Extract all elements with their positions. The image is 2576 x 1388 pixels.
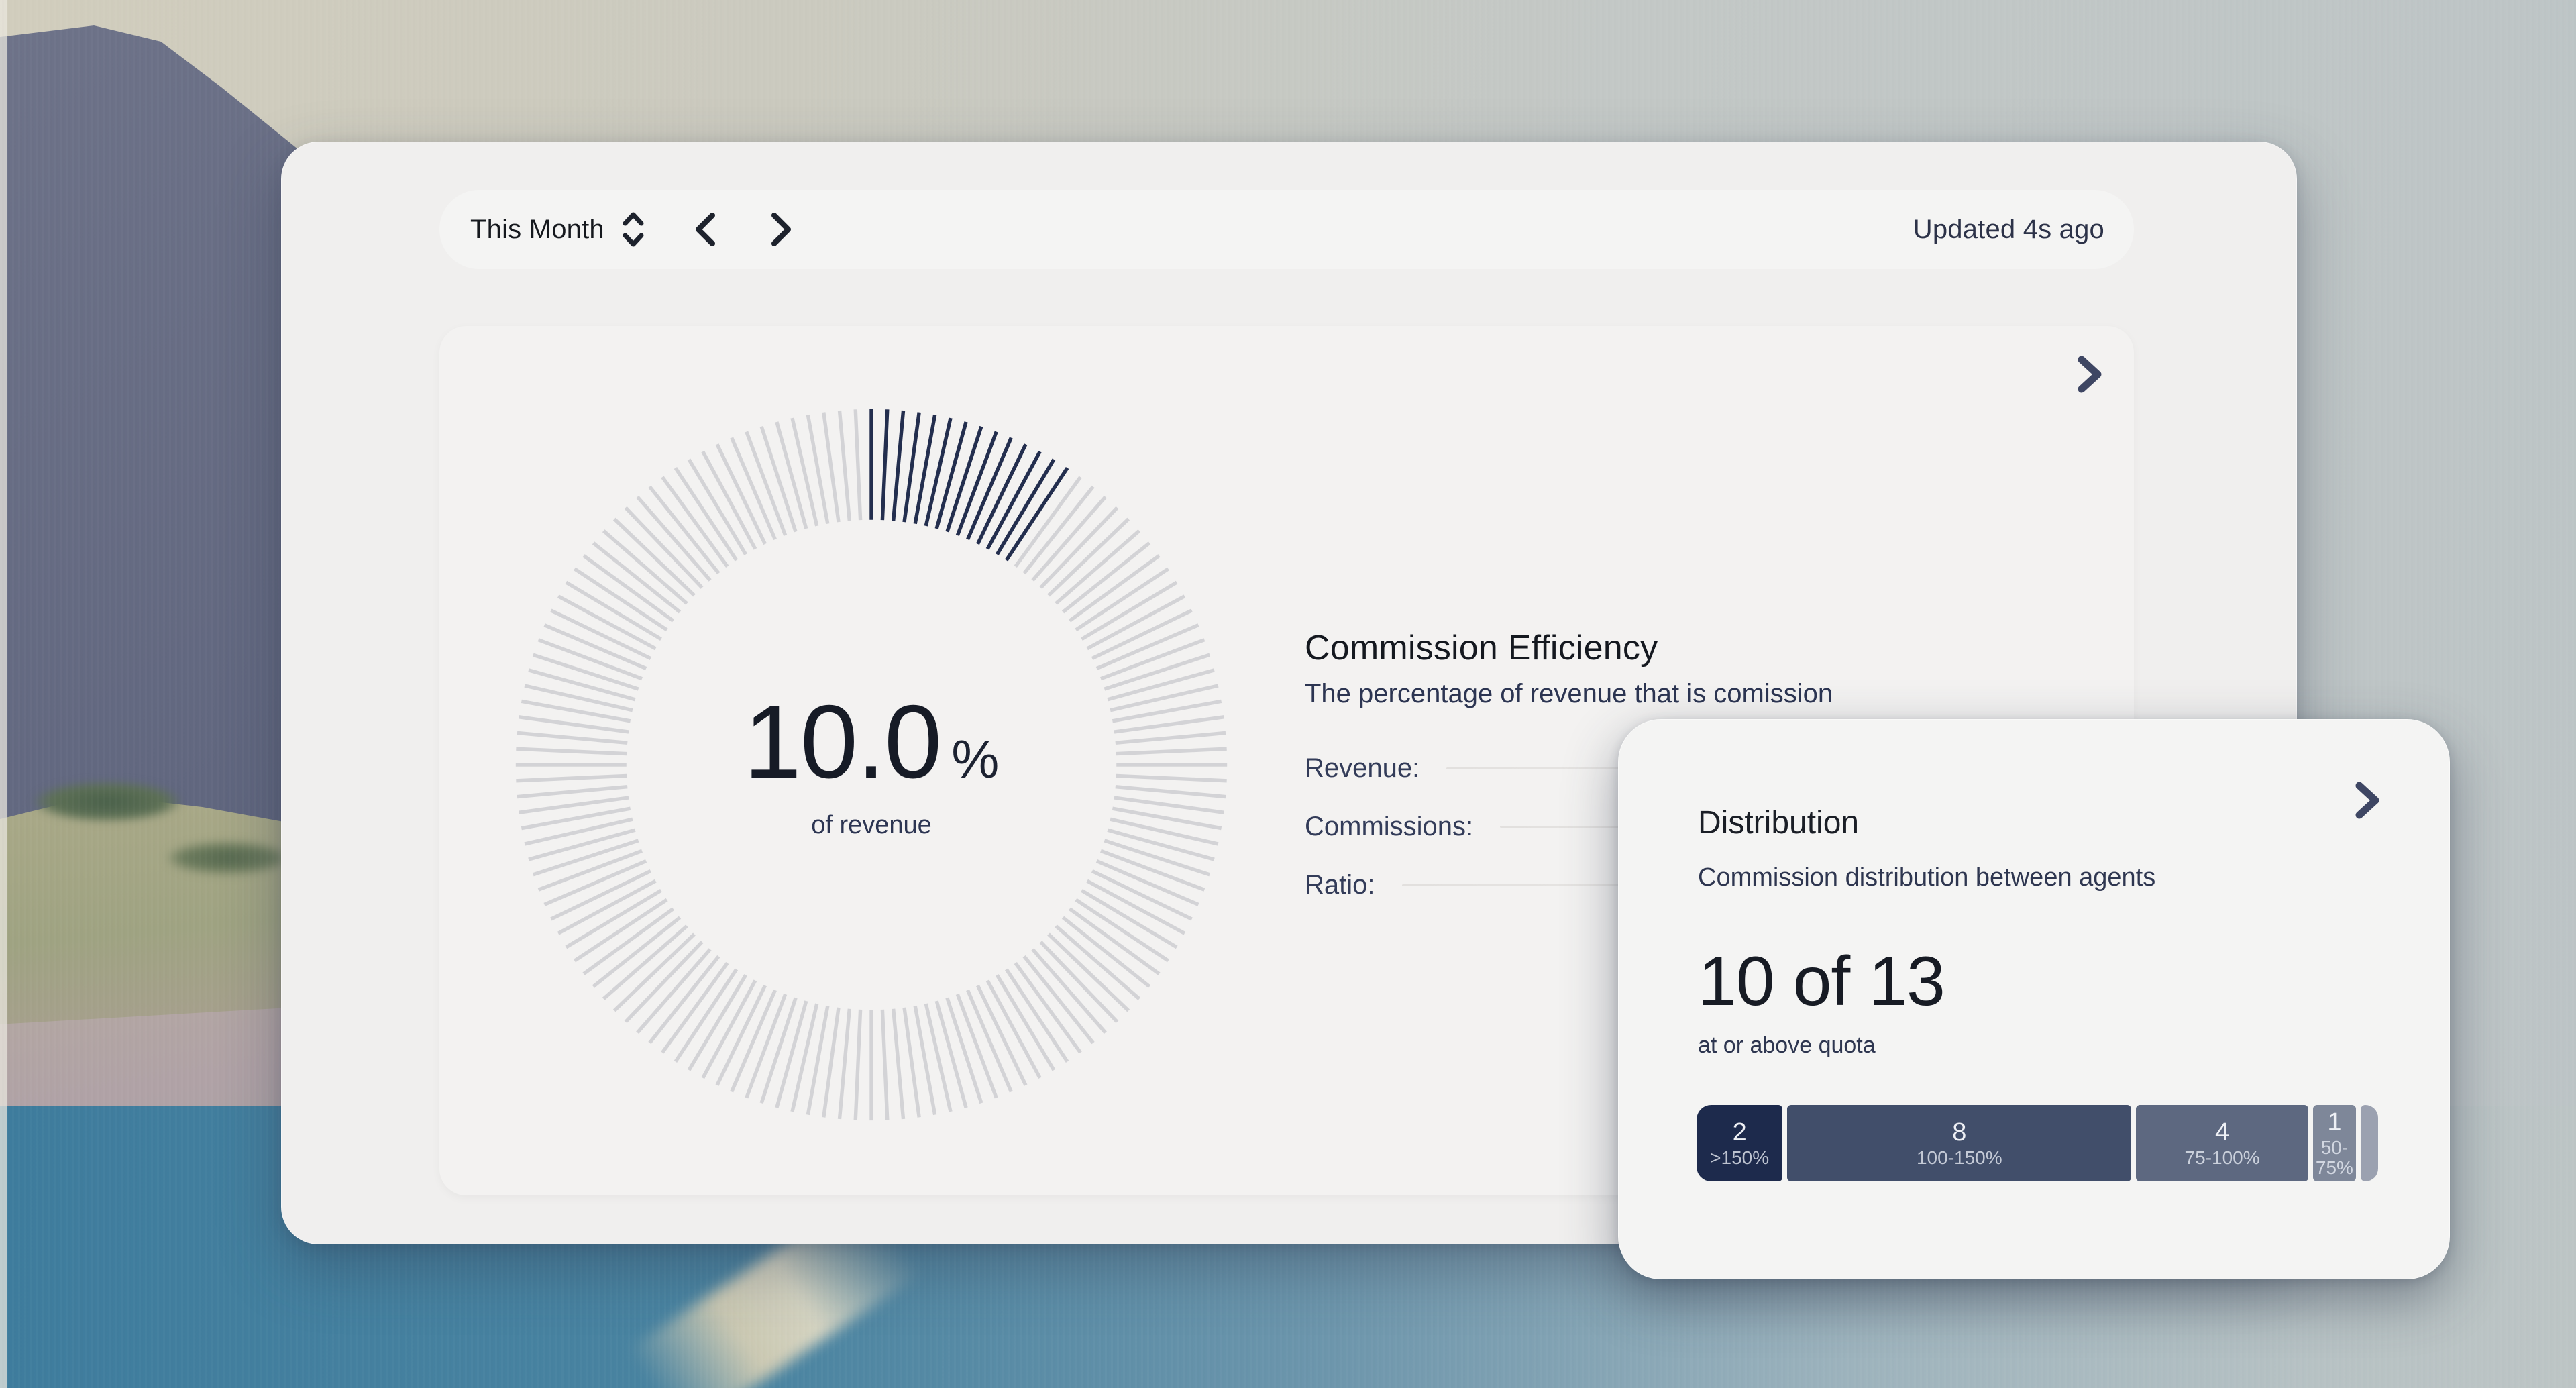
segment-range-label: >150%	[1710, 1146, 1770, 1168]
efficiency-detail-button[interactable]	[2070, 354, 2110, 394]
segment-range-label: 50-75%	[2315, 1136, 2353, 1178]
stat-label: Revenue:	[1305, 753, 1420, 783]
stat-label: Commissions:	[1305, 811, 1474, 841]
toolbar: This Month Updated 4s ago	[439, 190, 2134, 269]
chevron-right-icon	[2078, 356, 2102, 393]
chevron-right-icon	[771, 213, 791, 246]
painting-trees	[34, 782, 181, 822]
gauge-unit: %	[951, 729, 1000, 789]
prev-period-button[interactable]	[688, 212, 722, 247]
efficiency-title: Commission Efficiency	[1305, 629, 1658, 668]
period-label: This Month	[470, 214, 604, 244]
distribution-bar-segment: 8 100-150%	[1787, 1105, 2132, 1181]
gauge-value: 10.0	[743, 684, 943, 800]
distribution-bar-segment: 2 >150%	[1697, 1105, 1783, 1181]
chevron-right-icon	[2355, 782, 2379, 819]
segment-count: 2	[1732, 1118, 1747, 1147]
select-updown-icon	[623, 212, 644, 247]
segment-range-label: 75-100%	[2184, 1146, 2260, 1168]
distribution-bar: 2 >150% 8 100-150% 4 75-100% 1 50-75%	[1697, 1105, 2378, 1181]
segment-count: 1	[2327, 1108, 2342, 1136]
distribution-caption: at or above quota	[1698, 1032, 1876, 1058]
gauge-center: 10.0 % of revenue	[509, 403, 1234, 1127]
segment-count: 4	[2215, 1118, 2230, 1147]
painting-trees	[168, 842, 288, 874]
distribution-headline: 10 of 13	[1698, 943, 1945, 1020]
efficiency-gauge: 10.0 % of revenue	[509, 403, 1234, 1127]
stat-label: Ratio:	[1305, 869, 1375, 900]
segment-range-label: 100-150%	[1916, 1146, 2002, 1168]
distribution-bar-segment: 1 50-75%	[2312, 1105, 2356, 1181]
efficiency-subtitle: The percentage of revenue that is comiss…	[1305, 679, 1833, 708]
period-selector[interactable]: This Month	[470, 211, 645, 248]
distribution-card: Distribution Commission distribution bet…	[1618, 719, 2450, 1279]
distribution-subtitle: Commission distribution between agents	[1698, 863, 2156, 892]
next-period-button[interactable]	[764, 212, 799, 247]
chevron-left-icon	[695, 213, 715, 246]
gauge-caption: of revenue	[811, 811, 932, 839]
distribution-detail-button[interactable]	[2347, 780, 2387, 820]
painting-edge	[0, 0, 7, 1388]
updated-status: Updated 4s ago	[1913, 214, 2104, 244]
distribution-bar-segment: 4 75-100%	[2136, 1105, 2308, 1181]
distribution-title: Distribution	[1698, 805, 1860, 841]
segment-count: 8	[1952, 1118, 1967, 1147]
distribution-bar-cap	[2361, 1105, 2378, 1181]
